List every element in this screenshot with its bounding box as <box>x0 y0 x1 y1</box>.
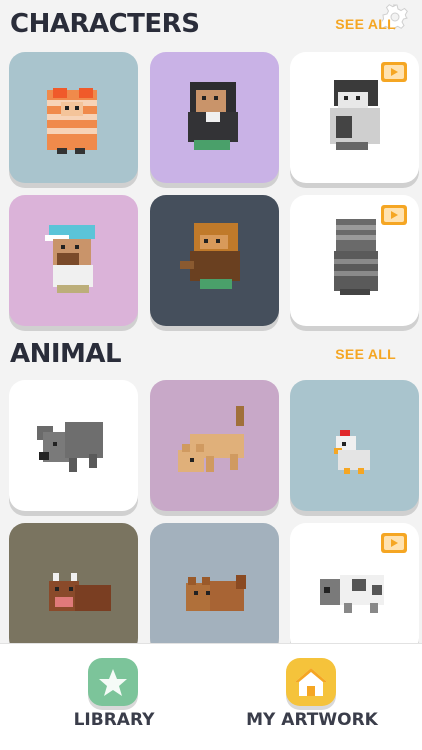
my-artwork-tab-icon[interactable] <box>286 658 336 706</box>
voxel-figure <box>45 225 95 293</box>
voxel-figure <box>334 430 370 474</box>
character-card-cap[interactable] <box>9 195 138 326</box>
tab-library[interactable]: LIBRARY <box>24 644 204 750</box>
house-icon <box>295 668 327 696</box>
library-tab-icon[interactable] <box>88 658 138 706</box>
voxel-figure <box>180 223 240 289</box>
character-card-striped[interactable] <box>9 52 138 183</box>
animal-card-chicken[interactable] <box>290 380 419 511</box>
tab-label-my-artwork: MY ARTWORK <box>246 710 378 730</box>
voxel-figure <box>188 82 238 150</box>
characters-section-header: CHARACTERS SEE ALL <box>10 6 410 42</box>
voxel-figure <box>178 406 244 472</box>
voxel-figure <box>186 575 246 611</box>
star-icon <box>99 669 127 696</box>
see-all-characters-link[interactable]: SEE ALL <box>335 16 396 32</box>
see-all-animal-link[interactable]: SEE ALL <box>335 346 396 362</box>
character-card-suit[interactable] <box>150 52 279 183</box>
bottom-tab-bar: LIBRARY MY ARTWORK <box>0 643 422 750</box>
animal-card-cow[interactable] <box>290 523 419 654</box>
animal-card-bull[interactable] <box>9 523 138 654</box>
video-ad-icon <box>381 533 407 553</box>
animal-card-fox[interactable] <box>150 523 279 654</box>
voxel-figure <box>47 88 97 154</box>
animal-card-koala[interactable] <box>9 380 138 511</box>
video-ad-icon <box>381 205 407 225</box>
video-ad-icon <box>381 62 407 82</box>
character-card-bearded[interactable] <box>150 195 279 326</box>
voxel-figure <box>37 422 103 472</box>
section-title-animal: ANIMAL <box>10 339 122 369</box>
tab-label-library: LIBRARY <box>73 710 155 730</box>
animal-card-cat[interactable] <box>150 380 279 511</box>
voxel-figure <box>49 573 111 611</box>
character-card-grey-striped[interactable] <box>290 195 419 326</box>
character-card-grey[interactable] <box>290 52 419 183</box>
section-title-characters: CHARACTERS <box>10 9 200 39</box>
tab-my-artwork[interactable]: MY ARTWORK <box>222 644 402 750</box>
animal-section-header: ANIMAL SEE ALL <box>10 336 410 372</box>
